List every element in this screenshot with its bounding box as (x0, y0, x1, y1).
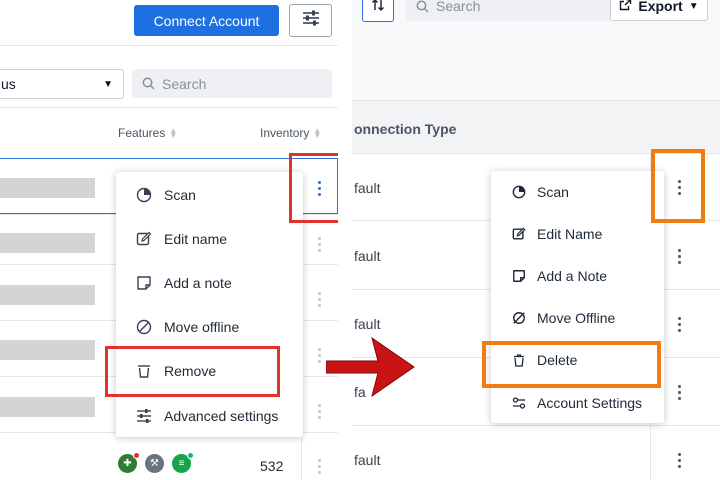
export-icon (619, 0, 632, 14)
menu-item-edit-name[interactable]: Edit Name (511, 226, 602, 242)
scan-icon (511, 184, 527, 200)
right-arrow-icon (325, 334, 416, 400)
menu-item-add-note[interactable]: Add a note (136, 275, 232, 291)
edit-icon (136, 231, 152, 247)
menu-item-move-offline[interactable]: Move offline (136, 319, 239, 335)
column-header-inventory[interactable]: Inventory ▲ ▼ (260, 126, 321, 140)
feature-shield-icon: ✚ (118, 452, 140, 473)
note-icon (136, 275, 152, 291)
menu-item-scan[interactable]: Scan (511, 184, 569, 200)
scan-icon (136, 187, 152, 203)
delete-highlight (482, 341, 661, 388)
search-icon (416, 0, 429, 13)
redacted-name (0, 340, 95, 360)
account-settings-icon (511, 395, 527, 411)
edit-icon (511, 226, 527, 242)
menu-item-scan[interactable]: Scan (136, 187, 196, 203)
header-divider (0, 45, 338, 46)
export-label: Export (638, 0, 683, 14)
row-actions-kebab-icon[interactable] (677, 317, 681, 332)
right-panel: Search Export ▼ onnection Type fault fau… (352, 0, 720, 480)
caret-down-icon: ▼ (103, 78, 113, 90)
feature-icons: ✚ ⚒ ≡ (118, 452, 194, 473)
caret-down-icon: ▼ (688, 0, 699, 12)
row-actions-kebab-icon[interactable] (317, 292, 321, 307)
sort-icon: ▲ ▼ (169, 126, 178, 140)
row-actions-kebab-icon[interactable] (677, 249, 681, 264)
menu-item-account-settings[interactable]: Account Settings (511, 395, 642, 411)
search-input[interactable]: Search (132, 69, 332, 98)
column-header-features-label: Features (118, 126, 166, 140)
sort-arrows-icon (371, 0, 385, 17)
row-divider (352, 425, 720, 426)
column-header-inventory-label: Inventory (260, 126, 310, 140)
feature-doc-icon: ≡ (172, 452, 194, 473)
filter-settings-button[interactable] (289, 4, 332, 37)
status-dropdown[interactable]: us ▼ (0, 69, 124, 99)
row-actions-kebab-icon[interactable] (317, 348, 321, 363)
search-input[interactable]: Search (406, 0, 627, 21)
kebab-highlight (289, 153, 338, 223)
connection-type-cell: fault (354, 248, 381, 264)
connection-type-cell: fault (354, 316, 381, 332)
menu-item-add-note[interactable]: Add a Note (511, 268, 607, 284)
menu-item-advanced-settings[interactable]: Advanced settings (136, 408, 278, 424)
table-top-divider (0, 107, 338, 108)
connection-type-cell: fault (354, 452, 381, 468)
row-actions-kebab-icon[interactable] (677, 453, 681, 468)
row-actions-kebab-icon[interactable] (317, 459, 321, 474)
sort-button[interactable] (362, 0, 394, 22)
column-header-features[interactable]: Features ▲ ▼ (118, 126, 177, 140)
export-button[interactable]: Export ▼ (610, 0, 708, 21)
connection-type-cell: fault (354, 180, 381, 196)
search-placeholder: Search (162, 75, 207, 92)
offline-icon (136, 319, 152, 335)
column-header-connection-type[interactable]: onnection Type (354, 121, 456, 137)
sliders-icon (302, 10, 320, 31)
status-dropdown-value: us (1, 76, 16, 92)
row-actions-kebab-icon[interactable] (317, 237, 321, 252)
connect-account-button[interactable]: Connect Account (134, 5, 279, 36)
inventory-value: 532 (260, 458, 284, 474)
sliders-icon (136, 408, 152, 424)
sort-icon: ▲ ▼ (313, 126, 322, 140)
redacted-name (0, 397, 95, 417)
row-actions-kebab-icon[interactable] (677, 385, 681, 400)
remove-highlight (105, 346, 280, 397)
redacted-name (0, 233, 95, 253)
menu-item-edit-name[interactable]: Edit name (136, 231, 227, 247)
note-icon (511, 268, 527, 284)
row-actions-kebab-icon[interactable] (317, 404, 321, 419)
left-panel: Connect Account us ▼ Search Features ▲ ▼ … (0, 0, 338, 480)
redacted-name (0, 285, 95, 305)
kebab-highlight (651, 149, 705, 223)
offline-icon (511, 310, 527, 326)
search-placeholder: Search (436, 0, 481, 14)
search-icon (142, 77, 155, 90)
feature-tool-icon: ⚒ (145, 454, 164, 473)
menu-item-move-offline[interactable]: Move Offline (511, 310, 615, 326)
row-actions-menu: Scan Edit name Add a note Move offline R… (116, 172, 303, 437)
redacted-name (0, 178, 95, 198)
